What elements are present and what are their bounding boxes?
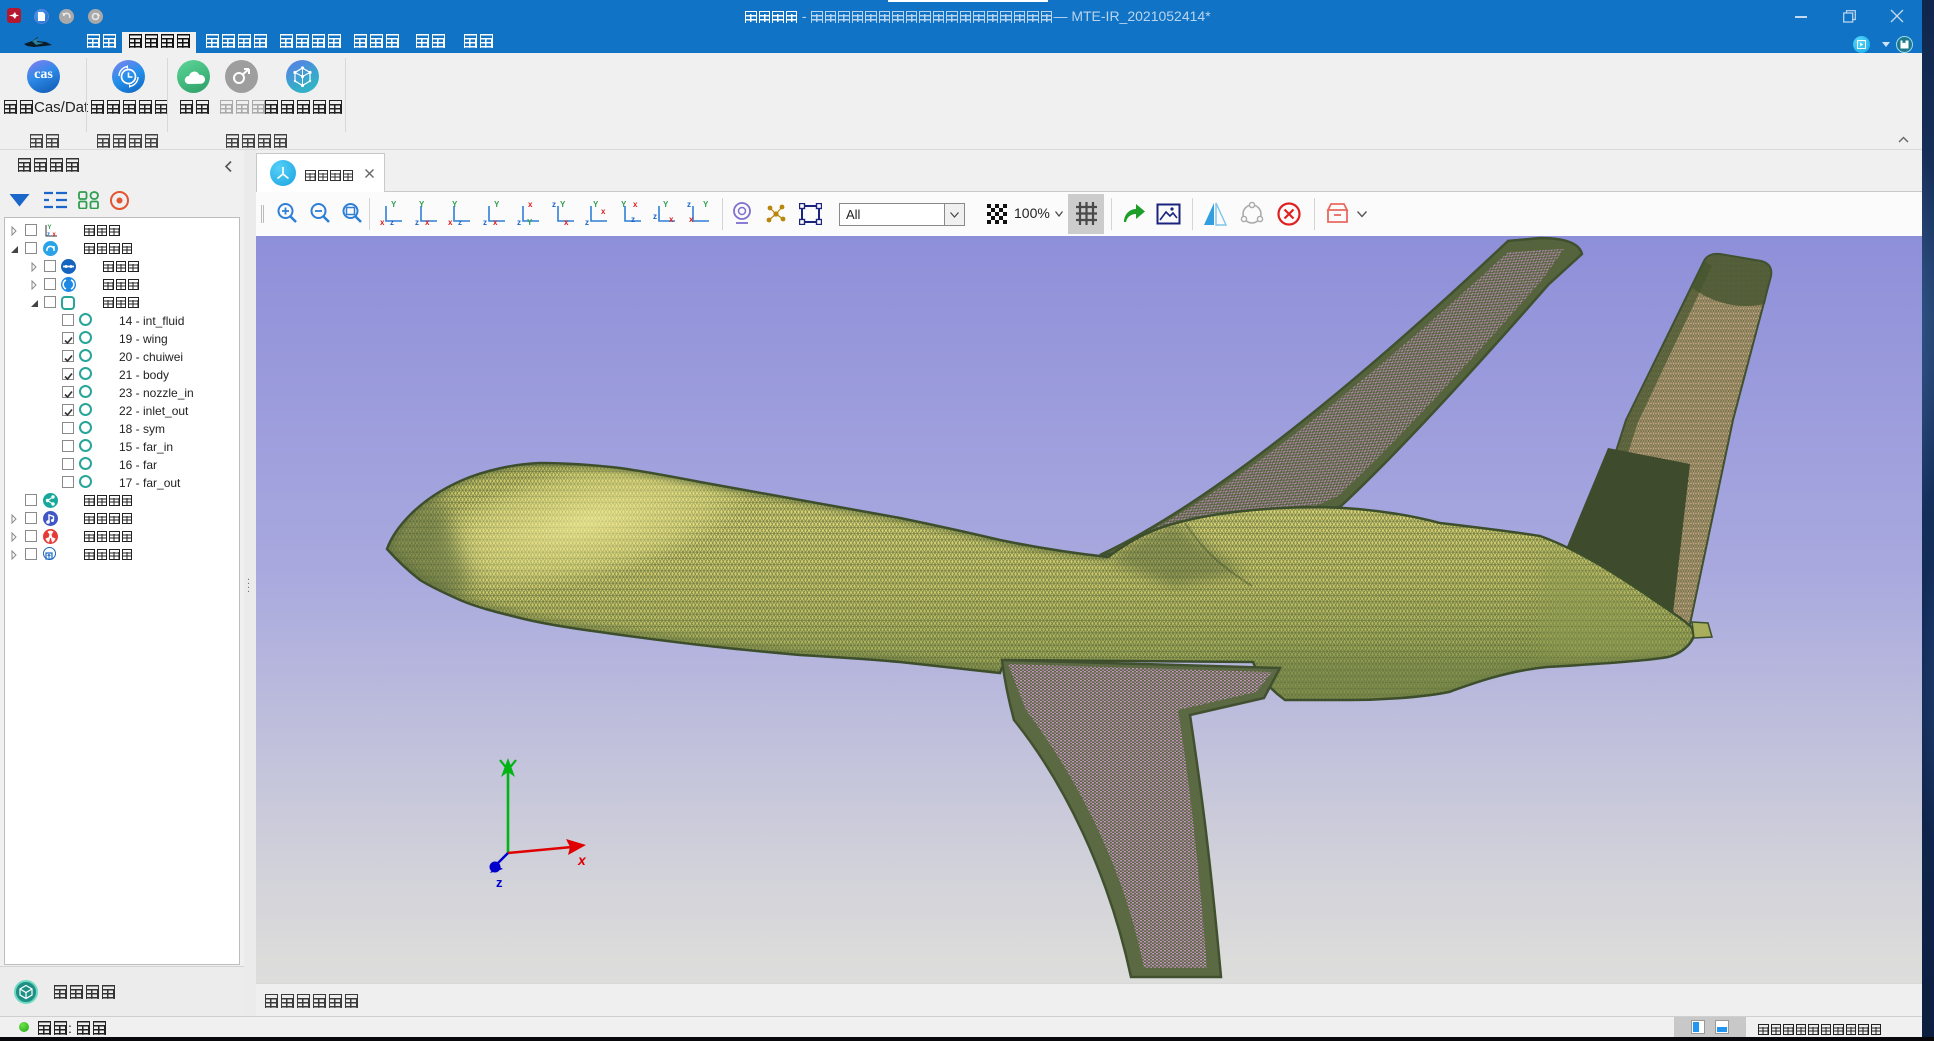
svg-text:z: z [517, 218, 521, 227]
svg-text:z: z [653, 212, 657, 221]
svg-text:x: x [528, 200, 533, 209]
svg-text:x: x [380, 218, 385, 227]
svg-text:x: x [633, 200, 638, 209]
svg-text:z: z [47, 232, 50, 238]
svg-text:x: x [448, 218, 453, 227]
svg-text:Y: Y [391, 200, 397, 209]
svg-text:x: x [669, 215, 674, 224]
svg-text:z: z [415, 218, 419, 227]
svg-text:Y: Y [621, 200, 627, 209]
svg-text:Y: Y [703, 200, 709, 209]
svg-text:Y: Y [452, 200, 458, 209]
svg-text:x: x [601, 207, 606, 216]
svg-text:Y: Y [48, 225, 52, 231]
svg-text:Y: Y [560, 200, 566, 209]
svg-text:x: x [577, 852, 587, 868]
svg-text:Y: Y [593, 200, 599, 209]
svg-text:x: x [689, 215, 694, 224]
svg-text:x: x [564, 218, 569, 227]
svg-text:z: z [552, 200, 556, 209]
svg-text:x: x [425, 218, 430, 227]
svg-text:z: z [483, 218, 487, 227]
svg-text:Y: Y [663, 200, 669, 209]
svg-text:Y: Y [494, 200, 500, 209]
svg-text:Y: Y [419, 200, 425, 209]
svg-text:Y: Y [527, 218, 533, 227]
svg-text:z: z [631, 215, 635, 224]
svg-text:z: z [496, 875, 503, 890]
svg-text:z: z [390, 218, 394, 227]
svg-text:z: z [585, 218, 589, 227]
svg-text:x: x [53, 232, 57, 238]
svg-text:z: z [687, 200, 691, 209]
svg-text:z: z [458, 218, 462, 227]
svg-text:x: x [493, 218, 498, 227]
